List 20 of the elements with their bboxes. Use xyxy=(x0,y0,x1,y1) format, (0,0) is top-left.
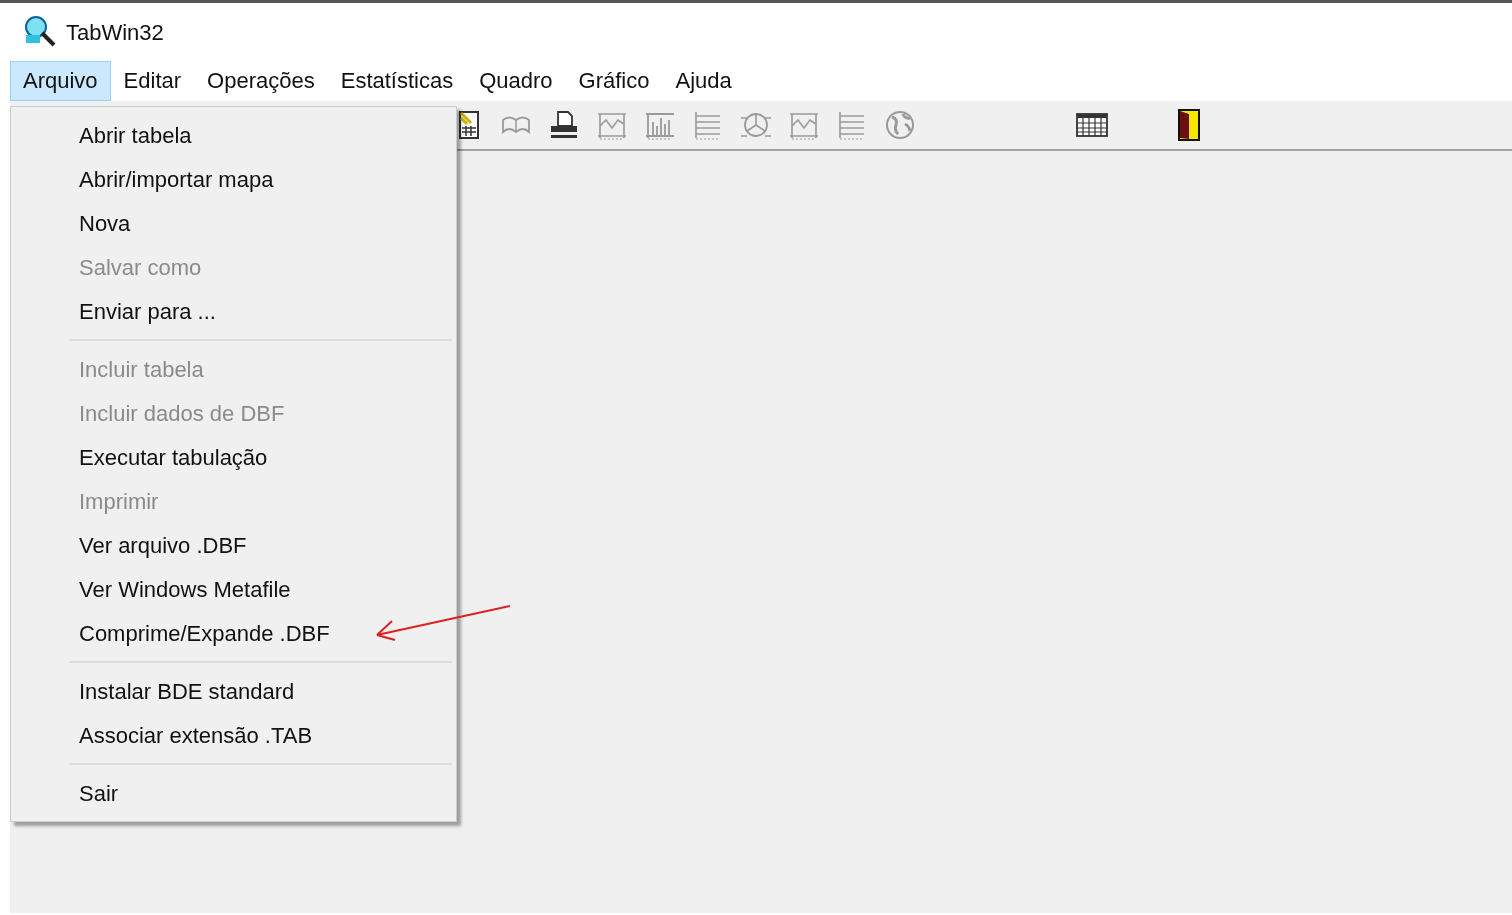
window-title: TabWin32 xyxy=(66,18,164,47)
dropdown-item[interactable]: Abrir tabela xyxy=(11,113,456,157)
dropdown-item[interactable]: Abrir/importar mapa xyxy=(11,157,456,201)
magnifier-icon xyxy=(22,15,58,49)
menu-item[interactable]: Ajuda xyxy=(662,61,745,101)
dropdown-item[interactable]: Ver arquivo .DBF xyxy=(11,523,456,567)
dropdown-item[interactable]: Sair xyxy=(11,771,456,815)
menu-item[interactable]: Gráfico xyxy=(565,61,663,101)
dropdown-item[interactable]: Nova xyxy=(11,201,456,245)
menu-item[interactable]: Operações xyxy=(194,61,328,101)
menu-item[interactable]: Estatísticas xyxy=(327,61,467,101)
menu-item[interactable]: Editar xyxy=(110,61,195,101)
dropdown-item[interactable]: Associar extensão .TAB xyxy=(11,713,456,757)
menu-item[interactable]: Arquivo xyxy=(10,61,111,101)
dropdown-item[interactable]: Executar tabulação xyxy=(11,435,456,479)
dropdown-item[interactable]: Instalar BDE standard xyxy=(11,669,456,713)
dropdown-item[interactable]: Enviar para ... xyxy=(11,289,456,333)
dropdown-item[interactable]: Ver Windows Metafile xyxy=(11,567,456,611)
dropdown-item[interactable]: Comprime/Expande .DBF xyxy=(11,611,456,655)
menu-item[interactable]: Quadro xyxy=(466,61,566,101)
